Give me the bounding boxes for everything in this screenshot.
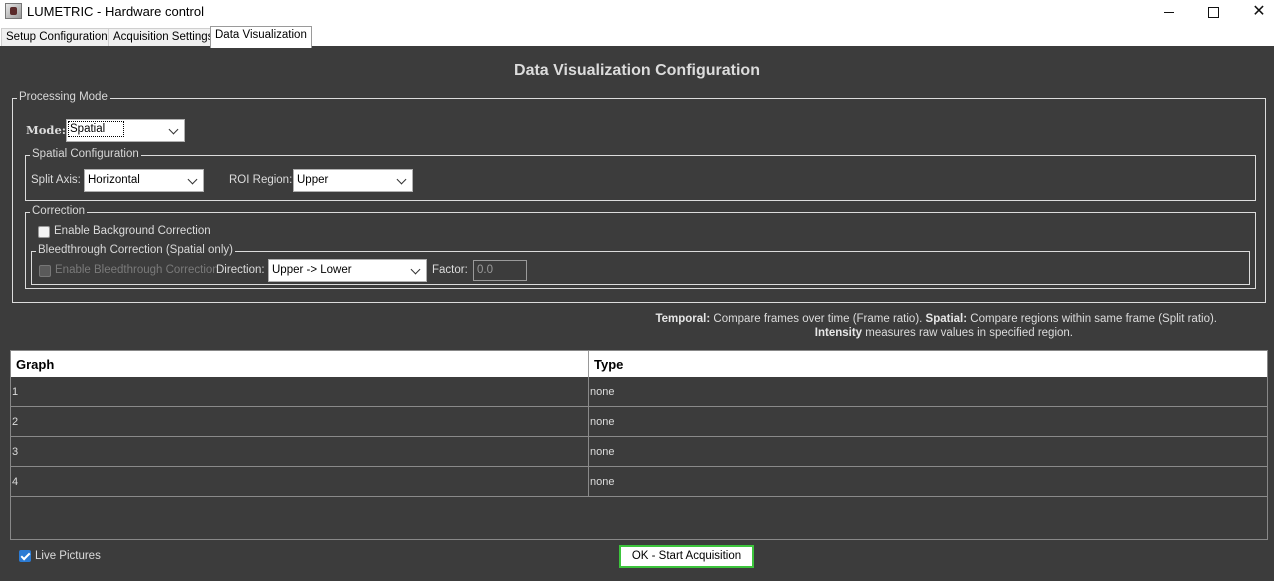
type-cell[interactable]: none <box>589 407 615 437</box>
correction-legend: Correction <box>30 205 88 217</box>
spatial-configuration-group: Spatial Configuration Split Axis: Horizo… <box>25 148 1256 201</box>
roi-region-label: ROI Region: <box>229 174 293 186</box>
tab-setup-configuration[interactable]: Setup Configuration <box>1 28 113 46</box>
tab-acquisition-settings[interactable]: Acquisition Settings <box>108 28 219 46</box>
bleedthrough-checkbox[interactable] <box>39 265 51 277</box>
processing-mode-group: Processing Mode Mode: Spatial Spatial Co… <box>12 91 1266 303</box>
chevron-down-icon <box>168 124 179 135</box>
direction-value: Upper -> Lower <box>272 264 352 276</box>
type-cell[interactable]: none <box>589 467 615 497</box>
minimize-icon <box>1164 11 1174 13</box>
tab-strip: Setup Configuration Acquisition Settings… <box>0 24 1274 48</box>
split-axis-label: Split Axis: <box>31 174 81 186</box>
table-row[interactable]: 3 none <box>11 437 1267 467</box>
close-icon: ✕ <box>1252 3 1266 20</box>
chevron-down-icon <box>410 264 421 275</box>
split-axis-value: Horizontal <box>88 174 140 186</box>
maximize-icon <box>1207 6 1219 18</box>
graph-table: Graph Type 1 none 2 none 3 none 4 none <box>10 350 1268 540</box>
tab-data-visualization[interactable]: Data Visualization <box>210 26 312 48</box>
processing-mode-legend: Processing Mode <box>17 91 110 103</box>
mode-select[interactable]: Spatial <box>66 119 185 142</box>
hint-temporal-bold: Temporal: <box>655 313 711 325</box>
close-button[interactable]: ✕ <box>1236 0 1274 24</box>
column-header-type[interactable]: Type <box>589 351 1267 377</box>
title-bar: LUMETRIC - Hardware control ✕ <box>0 0 1274 24</box>
mode-label: Mode: <box>26 123 67 137</box>
correction-group: Correction Enable Background Correction … <box>25 205 1256 289</box>
split-axis-select[interactable]: Horizontal <box>84 169 204 192</box>
chevron-down-icon <box>396 174 407 185</box>
direction-label: Direction: <box>216 264 265 276</box>
type-cell[interactable]: none <box>589 437 615 467</box>
background-correction-label: Enable Background Correction <box>54 225 211 237</box>
column-header-graph[interactable]: Graph <box>11 351 589 377</box>
factor-label: Factor: <box>432 264 468 276</box>
hint-intensity-text: measures raw values in specified region. <box>862 327 1073 339</box>
background-correction-checkbox[interactable] <box>38 226 50 238</box>
maximize-button[interactable] <box>1190 0 1236 24</box>
spatial-configuration-legend: Spatial Configuration <box>30 148 141 160</box>
page-title: Data Visualization Configuration <box>514 62 760 79</box>
bleedthrough-legend: Bleedthrough Correction (Spatial only) <box>36 244 235 256</box>
roi-region-value: Upper <box>297 174 329 186</box>
chevron-down-icon <box>187 174 198 185</box>
graph-cell: 1 <box>11 377 589 407</box>
graph-cell: 3 <box>11 437 589 467</box>
live-pictures-checkbox[interactable] <box>19 550 31 562</box>
mode-hint-line-2: Intensity measures raw values in specifi… <box>815 327 1073 339</box>
live-pictures-label: Live Pictures <box>35 550 101 562</box>
minimize-button[interactable] <box>1146 0 1192 24</box>
mode-hint-line-1: Temporal: Compare frames over time (Fram… <box>655 313 1217 325</box>
factor-field[interactable]: 0.0 <box>473 260 527 281</box>
graph-cell: 2 <box>11 407 589 437</box>
hint-spatial-text: Compare regions within same frame (Split… <box>967 313 1217 325</box>
window-title: LUMETRIC - Hardware control <box>27 4 204 19</box>
table-row[interactable]: 2 none <box>11 407 1267 437</box>
table-row[interactable]: 4 none <box>11 467 1267 497</box>
bleedthrough-group: Bleedthrough Correction (Spatial only) E… <box>31 244 1250 285</box>
hint-spatial-bold: Spatial: <box>925 313 968 325</box>
mode-value: Spatial <box>67 121 125 137</box>
graph-cell: 4 <box>11 467 589 497</box>
table-header: Graph Type <box>11 351 1267 377</box>
bleedthrough-label: Enable Bleedthrough Correction <box>55 264 219 276</box>
table-row[interactable]: 1 none <box>11 377 1267 407</box>
hint-temporal-text: Compare frames over time (Frame ratio). <box>710 313 926 325</box>
type-cell[interactable]: none <box>589 377 615 407</box>
roi-region-select[interactable]: Upper <box>293 169 413 192</box>
app-icon <box>5 3 22 19</box>
hint-intensity-bold: Intensity <box>814 327 863 339</box>
direction-select[interactable]: Upper -> Lower <box>268 259 427 282</box>
start-acquisition-button[interactable]: OK - Start Acquisition <box>619 545 754 568</box>
